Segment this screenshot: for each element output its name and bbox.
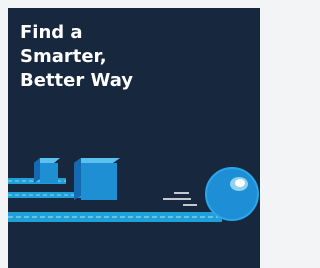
speed-lines-icon (163, 192, 197, 206)
rolling-ball-icon (205, 167, 259, 221)
illustration (8, 158, 259, 222)
promo-banner: Find a Smarter, Better Way (8, 8, 260, 268)
